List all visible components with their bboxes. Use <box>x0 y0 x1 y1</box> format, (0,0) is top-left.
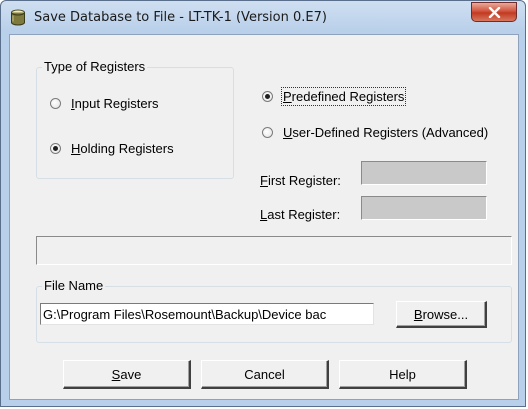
user-defined-registers-label: User-Defined Registers (Advanced) <box>283 125 489 140</box>
title-bar[interactable]: Save Database to File - LT-TK-1 (Version… <box>1 1 527 35</box>
window-title: Save Database to File - LT-TK-1 (Version… <box>34 10 327 25</box>
register-type-legend: Type of Registers <box>42 59 148 74</box>
browse-button[interactable]: Browse... <box>396 301 487 328</box>
close-button[interactable] <box>471 2 517 22</box>
help-button[interactable]: Help <box>339 360 467 389</box>
file-name-legend: File Name <box>42 278 106 293</box>
last-register-field <box>361 196 487 220</box>
database-icon <box>11 9 25 26</box>
save-button[interactable]: Save <box>63 360 191 389</box>
status-display <box>36 236 512 265</box>
user-defined-registers-radio[interactable]: User-Defined Registers (Advanced) <box>262 125 488 140</box>
cancel-button[interactable]: Cancel <box>201 360 329 389</box>
first-register-label: First Register: <box>260 173 341 188</box>
dialog-window: Save Database to File - LT-TK-1 (Version… <box>0 0 526 407</box>
predefined-registers-radio[interactable]: Predefined Registers <box>262 87 407 106</box>
close-icon <box>488 7 501 18</box>
input-registers-radio-circle[interactable] <box>50 98 61 109</box>
register-type-group: Type of Registers <box>36 59 234 179</box>
file-path-input[interactable] <box>40 303 374 325</box>
holding-registers-label: Holding Registers <box>71 141 174 156</box>
predefined-registers-radio-circle[interactable] <box>262 91 273 102</box>
user-defined-registers-radio-circle[interactable] <box>262 127 273 138</box>
predefined-registers-label: Predefined Registers <box>280 87 407 106</box>
last-register-label: Last Register: <box>260 207 341 222</box>
input-registers-radio[interactable]: Input Registers <box>50 96 158 111</box>
holding-registers-radio[interactable]: Holding Registers <box>50 141 174 156</box>
holding-registers-radio-circle[interactable] <box>50 143 61 154</box>
first-register-field <box>361 161 487 185</box>
dialog-client-area: Type of Registers Input Registers Holdin… <box>9 34 519 400</box>
input-registers-label: Input Registers <box>71 96 159 111</box>
